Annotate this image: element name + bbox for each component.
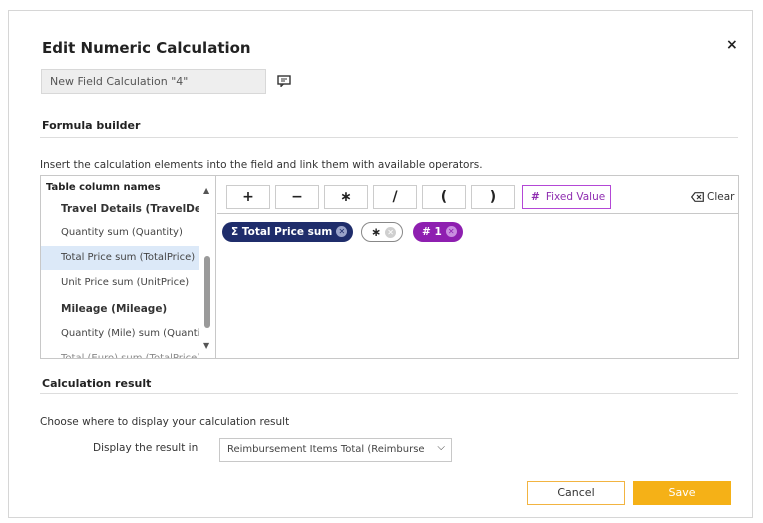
divider	[40, 393, 738, 394]
column-item-total-euro[interactable]: Total (Euro) sum (TotalPrice)	[41, 347, 199, 358]
fixed-value-label: Fixed Value	[545, 191, 606, 203]
formula-token-operator[interactable]: ∗ ✕	[361, 222, 404, 242]
open-paren-button[interactable]: (	[422, 185, 466, 209]
formula-token-value[interactable]: # 1 ✕	[413, 222, 463, 242]
column-item-total-price[interactable]: Total Price sum (TotalPrice)	[41, 246, 199, 270]
hash-icon: #	[531, 191, 540, 203]
column-item-quantity[interactable]: Quantity sum (Quantity)	[41, 221, 199, 245]
clear-button[interactable]: Clear	[690, 191, 735, 203]
sigma-icon: Σ	[231, 226, 239, 238]
display-result-label: Display the result in	[93, 442, 199, 454]
token-value-label: 1	[434, 226, 442, 238]
formula-input-area[interactable]: Σ Total Price sum ✕ ∗ ✕ # 1 ✕	[217, 215, 738, 358]
token-operator-label: ∗	[371, 225, 382, 239]
column-item-unit-price[interactable]: Unit Price sum (UnitPrice)	[41, 271, 199, 295]
remove-token-icon[interactable]: ✕	[385, 227, 397, 238]
clear-label: Clear	[707, 191, 735, 203]
calculation-result-title: Calculation result	[42, 377, 152, 390]
multiply-button[interactable]: ∗	[324, 185, 368, 209]
scrollbar-thumb[interactable]	[204, 256, 210, 328]
formula-builder-title: Formula builder	[42, 119, 141, 132]
minus-button[interactable]: −	[275, 185, 319, 209]
fixed-value-button[interactable]: # Fixed Value	[522, 185, 611, 209]
formula-instructions: Insert the calculation elements into the…	[40, 159, 483, 171]
close-icon[interactable]: ×	[726, 37, 738, 53]
backspace-icon	[690, 192, 704, 202]
plus-button[interactable]: +	[226, 185, 270, 209]
edit-calculation-dialog: Edit Numeric Calculation × New Field Cal…	[8, 10, 753, 518]
cancel-button[interactable]: Cancel	[527, 481, 625, 505]
dialog-title: Edit Numeric Calculation	[42, 39, 251, 57]
formula-builder: Table column names Travel Details (Trave…	[40, 175, 739, 359]
chevron-down-icon: ⌵	[437, 442, 445, 453]
divider	[40, 137, 738, 138]
scroll-down-icon[interactable]: ▼	[203, 341, 209, 350]
table-columns-panel: Table column names Travel Details (Trave…	[41, 176, 216, 358]
token-field-label: Total Price sum	[241, 226, 333, 238]
close-paren-button[interactable]: )	[471, 185, 515, 209]
column-item-quantity-mile[interactable]: Quantity (Mile) sum (Quantity)	[41, 322, 199, 346]
scroll-up-icon[interactable]: ▲	[203, 186, 209, 195]
hash-icon: #	[422, 226, 431, 238]
column-group-mileage[interactable]: Mileage (Mileage)	[41, 297, 199, 321]
divide-button[interactable]: /	[373, 185, 417, 209]
remove-token-icon[interactable]: ✕	[445, 226, 457, 237]
calculation-name-field[interactable]: New Field Calculation "4"	[41, 69, 266, 94]
formula-token-field[interactable]: Σ Total Price sum ✕	[222, 222, 354, 242]
display-result-value: Reimbursement Items Total (Reimburse	[227, 444, 425, 455]
remove-token-icon[interactable]: ✕	[336, 226, 348, 237]
result-instructions: Choose where to display your calculation…	[40, 416, 290, 428]
display-result-select[interactable]: Reimbursement Items Total (Reimburse ⌵	[219, 438, 452, 462]
comment-icon[interactable]	[277, 75, 291, 87]
column-group-travel-details[interactable]: Travel Details (TravelDeta...	[41, 197, 199, 221]
operator-toolbar: + − ∗ / ( ) # Fixed Value Clear	[217, 176, 738, 214]
columns-header: Table column names	[46, 182, 161, 193]
save-button[interactable]: Save	[633, 481, 731, 505]
